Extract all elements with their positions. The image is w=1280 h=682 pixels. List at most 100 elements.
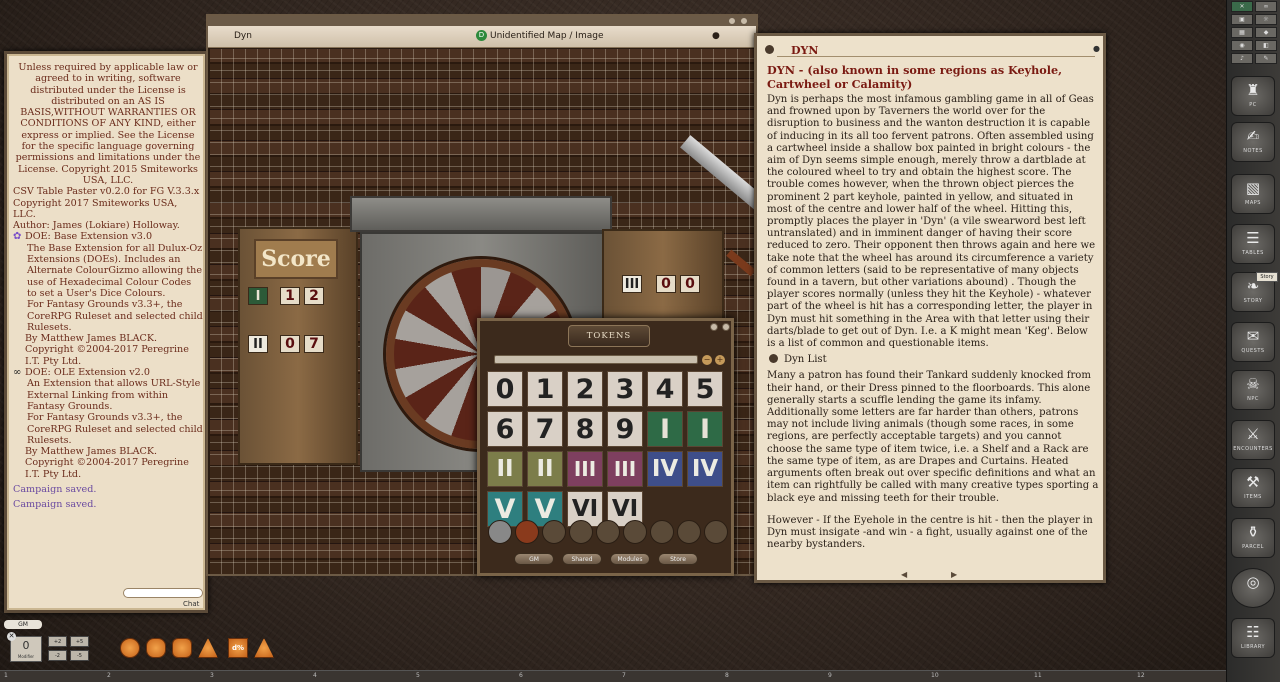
- image-titlebar[interactable]: Dyn D Unidentified Map / Image ●: [208, 26, 756, 48]
- token[interactable]: IV: [647, 451, 683, 487]
- tokens-filter-input[interactable]: [494, 355, 698, 364]
- sidebar-quests-button[interactable]: ✉ QUESTS: [1231, 322, 1275, 362]
- token[interactable]: 3: [607, 371, 643, 407]
- tool-icon[interactable]: ◧: [1255, 40, 1277, 51]
- link-icon[interactable]: [765, 45, 774, 54]
- token[interactable]: 0: [487, 371, 523, 407]
- close-icon[interactable]: ✕: [7, 632, 16, 641]
- token-pile-icon[interactable]: [515, 520, 539, 544]
- sidebar-tables-button[interactable]: ☰ TABLES: [1231, 224, 1275, 264]
- score-sign: Score: [254, 239, 338, 279]
- link-tool-icon[interactable]: ∞: [1255, 1, 1277, 12]
- lock-icon[interactable]: ●: [1093, 44, 1100, 53]
- token[interactable]: 5: [687, 371, 723, 407]
- story-window[interactable]: DYN ● DYN - (also known in some regions …: [754, 33, 1106, 583]
- image-title: Dyn: [234, 31, 252, 41]
- story-body[interactable]: DYN - (also known in some regions as Key…: [767, 64, 1099, 560]
- token[interactable]: 6: [487, 411, 523, 447]
- story-titlebar[interactable]: DYN ●: [761, 42, 1101, 57]
- ruler-number: 9: [828, 672, 832, 679]
- chat-log[interactable]: Unless required by applicable law or agr…: [13, 62, 203, 632]
- die-d12[interactable]: d%: [228, 638, 248, 658]
- die-d6[interactable]: [146, 638, 166, 658]
- token-slot[interactable]: [542, 520, 566, 544]
- token[interactable]: I: [687, 411, 723, 447]
- token-slot[interactable]: [704, 520, 728, 544]
- close-button[interactable]: [722, 323, 730, 331]
- story-list-link[interactable]: Dyn List: [769, 354, 1099, 366]
- sidebar-tokens-button[interactable]: ◎: [1231, 568, 1275, 608]
- token[interactable]: II: [487, 451, 523, 487]
- token-bag-icon[interactable]: [488, 520, 512, 544]
- sidebar-parcel-button[interactable]: ⚱ PARCEL: [1231, 518, 1275, 558]
- tool-icon[interactable]: ♪: [1231, 53, 1253, 64]
- token[interactable]: II: [527, 451, 563, 487]
- modifier-minus5-button[interactable]: -5: [70, 650, 89, 661]
- token-slot[interactable]: [623, 520, 647, 544]
- chat-input[interactable]: [123, 588, 203, 598]
- link-icon[interactable]: [769, 354, 778, 364]
- tool-icon[interactable]: ✎: [1255, 53, 1277, 64]
- sidebar-npc-button[interactable]: ☠ NPC: [1231, 370, 1275, 410]
- filter-shared-button[interactable]: Shared: [562, 553, 602, 565]
- token[interactable]: III: [607, 451, 643, 487]
- minimize-button[interactable]: [710, 323, 718, 331]
- die-d10[interactable]: [198, 638, 218, 658]
- die-d20[interactable]: [254, 638, 274, 658]
- next-page-icon[interactable]: ▶: [951, 570, 957, 579]
- lighting-icon[interactable]: ☼: [1255, 14, 1277, 25]
- tool-icon[interactable]: ▦: [1231, 27, 1253, 38]
- filter-store-button[interactable]: Store: [658, 553, 698, 565]
- chat-message-doe-ole-rules: For Fantasy Grounds v3.3+, the CoreRPG R…: [27, 412, 203, 446]
- chat-message-doe-base-rules: For Fantasy Grounds v3.3+, the CoreRPG R…: [27, 299, 203, 333]
- close-button[interactable]: [740, 17, 748, 25]
- token[interactable]: IV: [687, 451, 723, 487]
- sidebar-library-button[interactable]: ☷ LIBRARY: [1231, 618, 1275, 658]
- lock-icon[interactable]: ●: [712, 31, 720, 41]
- token-slot[interactable]: [677, 520, 701, 544]
- token[interactable]: 2: [567, 371, 603, 407]
- token-slot[interactable]: [569, 520, 593, 544]
- identified-icon[interactable]: D: [476, 30, 487, 41]
- tokens-grid: 0 1 2 3 4 5 6 7 8 9 I I II II III III IV IV V V VI VI: [487, 371, 727, 528]
- die-d8[interactable]: [172, 638, 192, 658]
- prev-page-icon[interactable]: ◀: [901, 570, 907, 579]
- token[interactable]: I: [647, 411, 683, 447]
- sidebar: ✕ ∞ ▣ ☼ ▦ ◆ ◉ ◧ ♪ ✎ ♜ PC ✍ NOTES ▧ MAPS ☰ TA…: [1226, 0, 1280, 682]
- score-tile: 0: [280, 335, 300, 353]
- token-slot[interactable]: [596, 520, 620, 544]
- tokens-filter-buttons: GM Shared Modules Store: [514, 553, 714, 567]
- tokens-window[interactable]: TOKENS − + 0 1 2 3 4 5 6 7 8 9 I I II II III III IV IV V V V…: [477, 318, 734, 576]
- pointer-tool-icon[interactable]: ✕: [1231, 1, 1253, 12]
- score-tile: 0: [680, 275, 700, 293]
- tool-icon[interactable]: ◆: [1255, 27, 1277, 38]
- modifier-minus2-button[interactable]: -2: [48, 650, 67, 661]
- filter-modules-button[interactable]: Modules: [610, 553, 650, 565]
- sidebar-items-button[interactable]: ⚒ ITEMS: [1231, 468, 1275, 508]
- modifier-plus5-button[interactable]: +5: [70, 636, 89, 647]
- next-page-icon[interactable]: +: [715, 355, 725, 365]
- die-d4[interactable]: [120, 638, 140, 658]
- token[interactable]: 8: [567, 411, 603, 447]
- token[interactable]: 7: [527, 411, 563, 447]
- token[interactable]: 1: [527, 371, 563, 407]
- filter-gm-button[interactable]: GM: [514, 553, 554, 565]
- cabinet-top: [350, 196, 612, 232]
- token[interactable]: 9: [607, 411, 643, 447]
- modifier-plus2-button[interactable]: +2: [48, 636, 67, 647]
- token[interactable]: 4: [647, 371, 683, 407]
- minimize-button[interactable]: [728, 17, 736, 25]
- sidebar-pc-button[interactable]: ♜ PC: [1231, 76, 1275, 116]
- score-tile: 7: [304, 335, 324, 353]
- prev-page-icon[interactable]: −: [702, 355, 712, 365]
- token[interactable]: III: [567, 451, 603, 487]
- story-paragraph: Many a patron has found their Tankard su…: [767, 370, 1099, 504]
- options-icon[interactable]: ▣: [1231, 14, 1253, 25]
- token-slot[interactable]: [650, 520, 674, 544]
- chat-message-doe-ole-desc: An Extension that allows URL-Style Exter…: [27, 378, 201, 412]
- ruler-number: 11: [1034, 672, 1042, 679]
- tool-icon[interactable]: ◉: [1231, 40, 1253, 51]
- sidebar-notes-button[interactable]: ✍ NOTES: [1231, 122, 1275, 162]
- sidebar-maps-button[interactable]: ▧ MAPS: [1231, 174, 1275, 214]
- sidebar-encounters-button[interactable]: ⚔ ENCOUNTERS: [1231, 420, 1275, 460]
